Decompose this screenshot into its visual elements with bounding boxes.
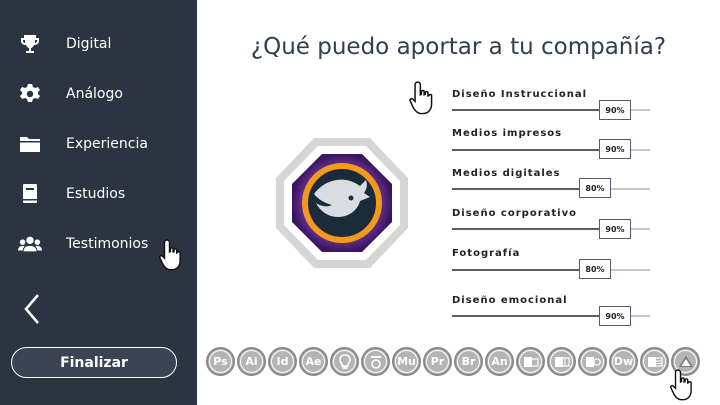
bridge-icon-label: Br [457,350,480,373]
skill-value-box[interactable]: 90% [599,219,631,239]
hand-cursor-icon [408,80,438,116]
skill-value-box[interactable]: 90% [599,139,631,159]
profile-badge [272,134,412,272]
skill-value-box[interactable]: 90% [599,100,631,120]
acrobat-icon[interactable] [361,347,390,376]
illustrator-icon-label: Ai [240,350,263,373]
skill-diseno-emocional: Diseño emocional 90% [452,295,652,333]
book-icon [18,182,42,206]
muse-icon-label: Mu [395,350,418,373]
sidebar: Digital Análogo Experiencia Estudios Tes… [0,0,197,405]
sidebar-item-label: Testimonios [66,236,149,252]
skill-label: Medios impresos [452,128,563,139]
skill-label: Diseño emocional [452,295,568,306]
lightbulb-app-icon[interactable] [330,347,359,376]
chevron-left-icon[interactable] [18,289,46,329]
sidebar-item-label: Estudios [66,186,126,202]
skill-track [452,188,650,190]
skill-value-box[interactable]: 80% [579,178,611,198]
hand-cursor-icon [158,238,186,272]
skill-medios-impresos: Medios impresos 90% [452,128,652,166]
gear-icon [18,82,42,106]
folder-icon [18,132,42,156]
finalizar-button[interactable]: Finalizar [11,347,177,378]
muse-icon[interactable]: Mu [392,347,421,376]
word-icon[interactable] [640,347,669,376]
sidebar-item-analogo[interactable]: Análogo [0,72,197,116]
indesign-icon[interactable]: Id [268,347,297,376]
sidebar-item-label: Digital [66,36,112,52]
skill-label: Diseño corporativo [452,208,577,219]
hand-cursor-icon [669,368,697,402]
animate-icon[interactable]: An [485,347,514,376]
skill-diseno-corporativo: Diseño corporativo 90% [452,208,652,246]
sidebar-item-estudios[interactable]: Estudios [0,172,197,216]
skill-medios-digitales: Medios digitales 80% [452,168,652,206]
skill-diseno-instruccional: Diseño Instruccional 90% [452,89,652,127]
skill-label: Medios digitales [452,168,561,179]
dreamweaver-icon[interactable]: Dw [609,347,638,376]
sidebar-item-label: Experiencia [66,136,148,152]
skill-track [452,269,650,271]
animate-icon-label: An [488,350,511,373]
sidebar-item-digital[interactable]: Digital [0,22,197,66]
premiere-icon[interactable]: Pr [423,347,452,376]
sidebar-item-experiencia[interactable]: Experiencia [0,122,197,166]
skill-label: Fotografía [452,248,521,259]
trophy-icon [18,32,42,56]
excel-icon[interactable] [547,347,576,376]
skill-fotografia: Fotografía 80% [452,248,652,286]
powerpoint-icon[interactable] [578,347,607,376]
indesign-icon-label: Id [271,350,294,373]
group-icon [18,232,42,256]
dreamweaver-icon-label: Dw [612,350,635,373]
page-title: ¿Qué puedo aportar a tu compañía? [250,34,667,60]
photoshop-icon[interactable]: Ps [206,347,235,376]
photoshop-icon-label: Ps [209,350,232,373]
skill-value-box[interactable]: 80% [579,259,611,279]
sidebar-item-label: Análogo [66,86,123,102]
after-effects-icon[interactable]: Ae [299,347,328,376]
premiere-icon-label: Pr [426,350,449,373]
illustrator-icon[interactable]: Ai [237,347,266,376]
after-effects-icon-label: Ae [302,350,325,373]
skill-label: Diseño Instruccional [452,89,588,100]
bridge-icon[interactable]: Br [454,347,483,376]
outlook-icon[interactable] [516,347,545,376]
skill-value-box[interactable]: 90% [599,306,631,326]
